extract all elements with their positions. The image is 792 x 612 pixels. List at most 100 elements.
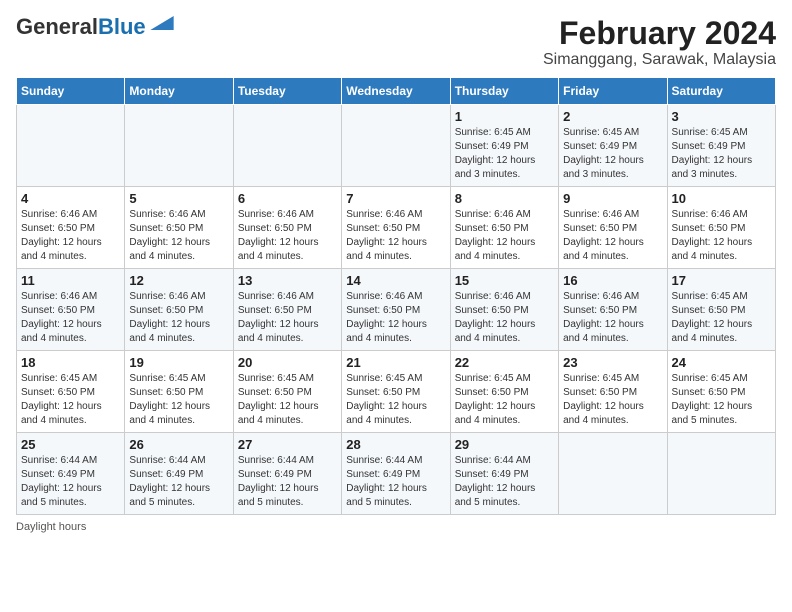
day-info: Sunrise: 6:46 AMSunset: 6:50 PMDaylight:…	[238, 208, 337, 264]
day-number: 19	[129, 355, 228, 370]
day-info: Sunrise: 6:44 AMSunset: 6:49 PMDaylight:…	[455, 454, 554, 510]
day-info: Sunrise: 6:46 AMSunset: 6:50 PMDaylight:…	[129, 208, 228, 264]
day-info: Sunrise: 6:44 AMSunset: 6:49 PMDaylight:…	[346, 454, 445, 510]
calendar-day-cell: 23 Sunrise: 6:45 AMSunset: 6:50 PMDayligh…	[559, 351, 667, 433]
calendar-day-cell: 29Sunrise: 6:44 AMSunset: 6:49 PMDayligh…	[450, 433, 558, 515]
day-info: Sunrise: 6:46 AMSunset: 6:50 PMDaylight:…	[455, 290, 554, 346]
title-block: February 2024 Simanggang, Sarawak, Malay…	[543, 16, 776, 69]
calendar-day-cell: 10 Sunrise: 6:46 AMSunset: 6:50 PMDayligh…	[667, 187, 775, 269]
day-info: Sunrise: 6:46 AMSunset: 6:50 PMDaylight:…	[672, 208, 771, 264]
calendar-day-cell: 20 Sunrise: 6:45 AMSunset: 6:50 PMDayligh…	[233, 351, 341, 433]
day-info: Sunrise: 6:44 AMSunset: 6:49 PMDaylight:…	[21, 454, 120, 510]
calendar-day-cell: 19 Sunrise: 6:45 AMSunset: 6:50 PMDayligh…	[125, 351, 233, 433]
day-number: 24	[672, 355, 771, 370]
day-number: 8	[455, 191, 554, 206]
day-info: Sunrise: 6:45 AMSunset: 6:49 PMDaylight:…	[455, 126, 554, 182]
calendar-day-header: Thursday	[450, 78, 558, 105]
calendar-day-cell: 18 Sunrise: 6:45 AMSunset: 6:50 PMDayligh…	[17, 351, 125, 433]
calendar-day-cell: 15 Sunrise: 6:46 AMSunset: 6:50 PMDayligh…	[450, 269, 558, 351]
calendar-week-row: 4 Sunrise: 6:46 AMSunset: 6:50 PMDaylight…	[17, 187, 776, 269]
day-number: 4	[21, 191, 120, 206]
day-info: Sunrise: 6:46 AMSunset: 6:50 PMDaylight:…	[563, 290, 662, 346]
day-info: Sunrise: 6:45 AMSunset: 6:50 PMDaylight:…	[238, 372, 337, 428]
day-info: Sunrise: 6:45 AMSunset: 6:50 PMDaylight:…	[672, 372, 771, 428]
day-info: Sunrise: 6:45 AMSunset: 6:50 PMDaylight:…	[563, 372, 662, 428]
day-number: 20	[238, 355, 337, 370]
day-info: Sunrise: 6:46 AMSunset: 6:50 PMDaylight:…	[346, 208, 445, 264]
calendar-day-cell: 27 Sunrise: 6:44 AMSunset: 6:49 PMDayligh…	[233, 433, 341, 515]
day-info: Sunrise: 6:46 AMSunset: 6:50 PMDaylight:…	[21, 290, 120, 346]
calendar-day-cell: 3 Sunrise: 6:45 AMSunset: 6:49 PMDaylight…	[667, 105, 775, 187]
calendar-day-cell: 28 Sunrise: 6:44 AMSunset: 6:49 PMDayligh…	[342, 433, 450, 515]
calendar-day-cell: 9 Sunrise: 6:46 AMSunset: 6:50 PMDaylight…	[559, 187, 667, 269]
day-info: Sunrise: 6:45 AMSunset: 6:50 PMDaylight:…	[21, 372, 120, 428]
calendar-day-header: Tuesday	[233, 78, 341, 105]
day-info: Sunrise: 6:44 AMSunset: 6:49 PMDaylight:…	[238, 454, 337, 510]
day-number: 12	[129, 273, 228, 288]
day-number: 14	[346, 273, 445, 288]
calendar-empty-cell	[17, 105, 125, 187]
calendar-header-row: SundayMondayTuesdayWednesdayThursdayFrid…	[17, 78, 776, 105]
day-info: Sunrise: 6:45 AMSunset: 6:49 PMDaylight:…	[672, 126, 771, 182]
calendar-day-cell: 8Sunrise: 6:46 AMSunset: 6:50 PMDaylight…	[450, 187, 558, 269]
calendar-day-cell: 17Sunrise: 6:45 AMSunset: 6:50 PMDayligh…	[667, 269, 775, 351]
day-number: 28	[346, 437, 445, 452]
day-info: Sunrise: 6:45 AMSunset: 6:50 PMDaylight:…	[455, 372, 554, 428]
calendar-day-header: Sunday	[17, 78, 125, 105]
day-number: 23	[563, 355, 662, 370]
calendar-day-cell: 22 Sunrise: 6:45 AMSunset: 6:50 PMDayligh…	[450, 351, 558, 433]
day-info: Sunrise: 6:45 AMSunset: 6:50 PMDaylight:…	[672, 290, 771, 346]
day-info: Sunrise: 6:45 AMSunset: 6:50 PMDaylight:…	[129, 372, 228, 428]
day-number: 1	[455, 109, 554, 124]
calendar-week-row: 25 Sunrise: 6:44 AMSunset: 6:49 PMDayligh…	[17, 433, 776, 515]
day-number: 25	[21, 437, 120, 452]
calendar-day-cell: 11Sunrise: 6:46 AMSunset: 6:50 PMDayligh…	[17, 269, 125, 351]
day-number: 2	[563, 109, 662, 124]
day-number: 21	[346, 355, 445, 370]
day-number: 27	[238, 437, 337, 452]
calendar-day-cell: 14Sunrise: 6:46 AMSunset: 6:50 PMDayligh…	[342, 269, 450, 351]
day-number: 10	[672, 191, 771, 206]
calendar-empty-cell	[667, 433, 775, 515]
day-number: 6	[238, 191, 337, 206]
calendar-day-cell: 26 Sunrise: 6:44 AMSunset: 6:49 PMDayligh…	[125, 433, 233, 515]
calendar-day-cell: 7 Sunrise: 6:46 AMSunset: 6:50 PMDaylight…	[342, 187, 450, 269]
calendar-day-header: Friday	[559, 78, 667, 105]
calendar-day-cell: 13 Sunrise: 6:46 AMSunset: 6:50 PMDayligh…	[233, 269, 341, 351]
day-number: 26	[129, 437, 228, 452]
day-info: Sunrise: 6:46 AMSunset: 6:50 PMDaylight:…	[563, 208, 662, 264]
day-number: 22	[455, 355, 554, 370]
logo: GeneralBlue	[16, 16, 174, 38]
footer-note: Daylight hours	[16, 521, 776, 533]
day-info: Sunrise: 6:44 AMSunset: 6:49 PMDaylight:…	[129, 454, 228, 510]
page-subtitle: Simanggang, Sarawak, Malaysia	[543, 51, 776, 69]
calendar-table: SundayMondayTuesdayWednesdayThursdayFrid…	[16, 77, 776, 515]
day-info: Sunrise: 6:46 AMSunset: 6:50 PMDaylight:…	[21, 208, 120, 264]
day-number: 5	[129, 191, 228, 206]
page-header: GeneralBlue February 2024 Simanggang, Sa…	[16, 16, 776, 69]
calendar-day-cell: 12Sunrise: 6:46 AMSunset: 6:50 PMDayligh…	[125, 269, 233, 351]
calendar-week-row: 11Sunrise: 6:46 AMSunset: 6:50 PMDayligh…	[17, 269, 776, 351]
page-title: February 2024	[543, 16, 776, 51]
day-number: 15	[455, 273, 554, 288]
logo-icon	[150, 16, 174, 30]
day-info: Sunrise: 6:46 AMSunset: 6:50 PMDaylight:…	[238, 290, 337, 346]
calendar-week-row: 18 Sunrise: 6:45 AMSunset: 6:50 PMDayligh…	[17, 351, 776, 433]
calendar-day-cell: 2 Sunrise: 6:45 AMSunset: 6:49 PMDaylight…	[559, 105, 667, 187]
calendar-week-row: 1 Sunrise: 6:45 AMSunset: 6:49 PMDaylight…	[17, 105, 776, 187]
calendar-empty-cell	[233, 105, 341, 187]
day-number: 9	[563, 191, 662, 206]
day-info: Sunrise: 6:45 AMSunset: 6:50 PMDaylight:…	[346, 372, 445, 428]
calendar-day-cell: 1 Sunrise: 6:45 AMSunset: 6:49 PMDaylight…	[450, 105, 558, 187]
calendar-day-cell: 4 Sunrise: 6:46 AMSunset: 6:50 PMDaylight…	[17, 187, 125, 269]
calendar-day-cell: 25 Sunrise: 6:44 AMSunset: 6:49 PMDayligh…	[17, 433, 125, 515]
day-number: 7	[346, 191, 445, 206]
calendar-day-cell: 6 Sunrise: 6:46 AMSunset: 6:50 PMDaylight…	[233, 187, 341, 269]
calendar-day-cell: 21 Sunrise: 6:45 AMSunset: 6:50 PMDayligh…	[342, 351, 450, 433]
calendar-day-cell: 24 Sunrise: 6:45 AMSunset: 6:50 PMDayligh…	[667, 351, 775, 433]
day-number: 13	[238, 273, 337, 288]
day-number: 18	[21, 355, 120, 370]
day-number: 3	[672, 109, 771, 124]
calendar-day-cell: 5 Sunrise: 6:46 AMSunset: 6:50 PMDaylight…	[125, 187, 233, 269]
day-info: Sunrise: 6:45 AMSunset: 6:49 PMDaylight:…	[563, 126, 662, 182]
